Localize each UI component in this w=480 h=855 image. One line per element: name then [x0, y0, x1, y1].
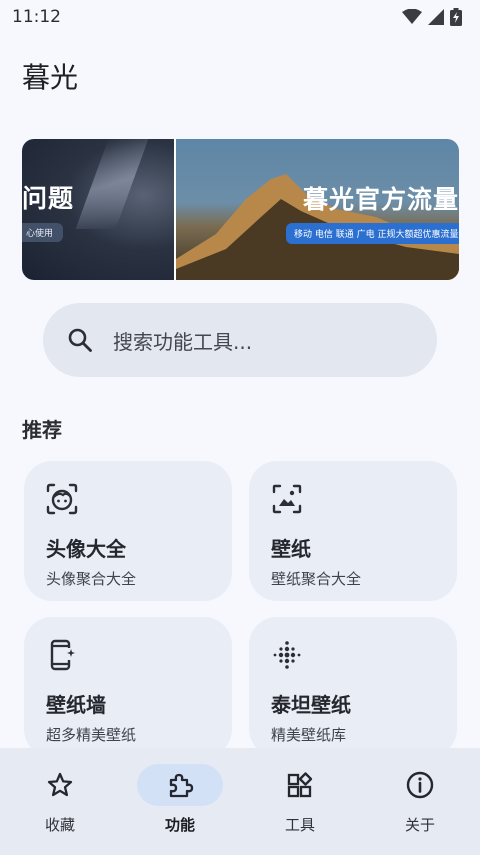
- nav-icon-container: [377, 764, 463, 806]
- battery-icon: [450, 8, 462, 26]
- banner-right-pill: 移动 电信 联通 广电 正规大额超优惠流量卡: [286, 223, 459, 244]
- card-title: 壁纸: [271, 537, 311, 561]
- bottom-navigation: 收藏 功能 工具 关于: [0, 748, 480, 855]
- face-icon: [46, 483, 78, 515]
- card-subtitle: 超多精美壁纸: [46, 726, 137, 744]
- search-placeholder: 搜索功能工具...: [113, 329, 253, 354]
- cell-signal-icon: [428, 9, 444, 25]
- card-avatar[interactable]: 头像大全 头像聚合大全: [24, 461, 232, 601]
- page-title: 暮光: [22, 61, 79, 94]
- nav-item-features[interactable]: 功能: [120, 748, 240, 855]
- phone-sparkle-icon: [50, 639, 75, 671]
- dots-grid-icon: [273, 641, 301, 669]
- section-title-recommended: 推荐: [22, 418, 62, 442]
- banner-slide-current[interactable]: 暮光官方流量 移动 电信 联通 广电 正规大额超优惠流量卡: [176, 139, 459, 280]
- nav-label: 工具: [284, 816, 315, 834]
- nav-icon-container: [257, 764, 343, 806]
- card-subtitle: 头像聚合大全: [46, 570, 137, 588]
- nav-item-favorites[interactable]: 收藏: [0, 748, 120, 855]
- info-icon: [406, 771, 434, 799]
- card-wallpaper-wall[interactable]: 壁纸墙 超多精美壁纸: [24, 617, 232, 757]
- card-title: 头像大全: [46, 537, 126, 561]
- card-subtitle: 精美壁纸库: [271, 726, 347, 744]
- banner-right-text: 暮光官方流量: [302, 185, 459, 214]
- nav-item-about[interactable]: 关于: [360, 748, 480, 855]
- search-bar[interactable]: 搜索功能工具...: [43, 303, 437, 377]
- nav-label: 关于: [404, 816, 435, 834]
- status-bar: 11:12: [0, 0, 480, 34]
- nav-label: 功能: [164, 816, 195, 834]
- banner-carousel[interactable]: 问题 心使用 暮光官方流量 移动 电信 联通 广电 正规大额超优惠流量卡: [22, 139, 459, 280]
- banner-left-text: 问题: [22, 184, 75, 213]
- nav-icon-container: [17, 764, 103, 806]
- star-icon: [47, 772, 73, 797]
- wifi-icon: [402, 9, 422, 24]
- card-wallpaper[interactable]: 壁纸 壁纸聚合大全: [249, 461, 457, 601]
- card-titan-wallpaper[interactable]: 泰坦壁纸 精美壁纸库: [249, 617, 457, 757]
- nav-icon-container: [137, 764, 223, 806]
- banner-slide-previous[interactable]: 问题 心使用: [22, 139, 174, 280]
- banner-left-pill: 心使用: [22, 223, 64, 242]
- card-subtitle: 壁纸聚合大全: [271, 570, 362, 588]
- puzzle-icon: [169, 773, 194, 798]
- card-title: 泰坦壁纸: [271, 693, 351, 717]
- status-icons: [402, 8, 462, 26]
- status-time: 11:12: [12, 7, 61, 27]
- wallpaper-icon: [272, 484, 302, 514]
- nav-label: 收藏: [44, 816, 75, 834]
- banner-decoration: [75, 139, 149, 229]
- widgets-icon: [287, 772, 313, 798]
- card-title: 壁纸墙: [46, 693, 106, 717]
- search-icon: [68, 328, 92, 352]
- nav-item-tools[interactable]: 工具: [240, 748, 360, 855]
